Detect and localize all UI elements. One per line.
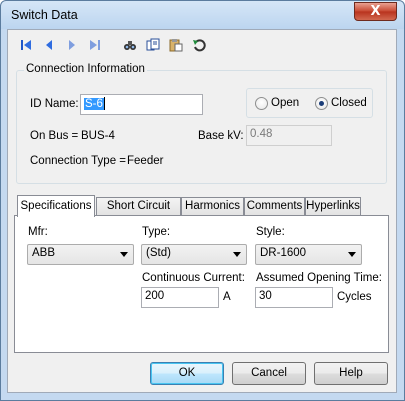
tab-hyperlinks[interactable]: Hyperlinks	[305, 197, 361, 216]
open-radio[interactable]	[255, 97, 268, 110]
window-title: Switch Data	[11, 8, 78, 22]
id-name-value: S-6	[84, 97, 104, 110]
mfr-value: ABB	[32, 247, 56, 259]
style-label: Style:	[256, 226, 285, 238]
continuous-current-unit: A	[223, 291, 231, 303]
type-value: (Std)	[146, 247, 171, 259]
id-name-input[interactable]: S-6	[80, 94, 203, 115]
title-bar[interactable]: Switch Data X	[1, 1, 404, 30]
open-radio-label[interactable]: Open	[271, 97, 299, 109]
base-kv-label: Base kV:	[198, 130, 244, 142]
chevron-down-icon	[233, 252, 241, 257]
connection-type-label: Connection Type =	[30, 155, 127, 167]
continuous-current-label: Continuous Current:	[142, 272, 245, 284]
continuous-current-input[interactable]: 200	[141, 287, 219, 308]
chevron-down-icon	[348, 252, 356, 257]
mfr-dropdown[interactable]: ABB	[27, 244, 134, 265]
opening-time-input[interactable]: 30	[255, 287, 333, 308]
close-icon: X	[370, 4, 381, 19]
tab-comments[interactable]: Comments	[244, 197, 305, 216]
previous-record-icon[interactable]	[39, 36, 58, 55]
cancel-button[interactable]: Cancel	[232, 362, 306, 385]
base-kv-field: 0.48	[246, 125, 332, 146]
opening-time-label: Assumed Opening Time:	[256, 272, 382, 284]
on-bus-value: BUS-4	[81, 130, 115, 142]
closed-radio[interactable]	[315, 97, 328, 110]
style-dropdown[interactable]: DR-1600	[255, 244, 362, 265]
type-dropdown[interactable]: (Std)	[141, 244, 247, 265]
closed-radio-label[interactable]: Closed	[331, 97, 367, 109]
first-record-icon[interactable]	[16, 36, 35, 55]
connection-type-value: Feeder	[127, 155, 164, 167]
tab-harmonics[interactable]: Harmonics	[181, 197, 244, 216]
id-name-label: ID Name:	[30, 98, 79, 110]
tab-specifications[interactable]: Specifications	[17, 195, 95, 217]
toolbar	[16, 35, 208, 55]
tab-short-circuit[interactable]: Short Circuit	[96, 197, 181, 216]
specifications-panel	[14, 215, 389, 353]
style-value: DR-1600	[260, 247, 307, 259]
mfr-label: Mfr:	[28, 226, 48, 238]
help-button[interactable]: Help	[314, 362, 388, 385]
connection-information-legend: Connection Information	[24, 63, 147, 75]
undo-icon[interactable]	[189, 36, 208, 55]
type-label: Type:	[142, 226, 171, 238]
paste-icon[interactable]	[166, 36, 185, 55]
last-record-icon[interactable]	[85, 36, 104, 55]
copy-icon[interactable]	[143, 36, 162, 55]
text-caret	[103, 97, 105, 110]
chevron-down-icon	[120, 252, 128, 257]
find-icon[interactable]	[120, 36, 139, 55]
next-record-icon[interactable]	[62, 36, 81, 55]
close-button[interactable]: X	[354, 2, 397, 21]
ok-button[interactable]: OK	[150, 362, 224, 385]
on-bus-label: On Bus =	[30, 130, 79, 142]
opening-time-unit: Cycles	[337, 291, 372, 303]
